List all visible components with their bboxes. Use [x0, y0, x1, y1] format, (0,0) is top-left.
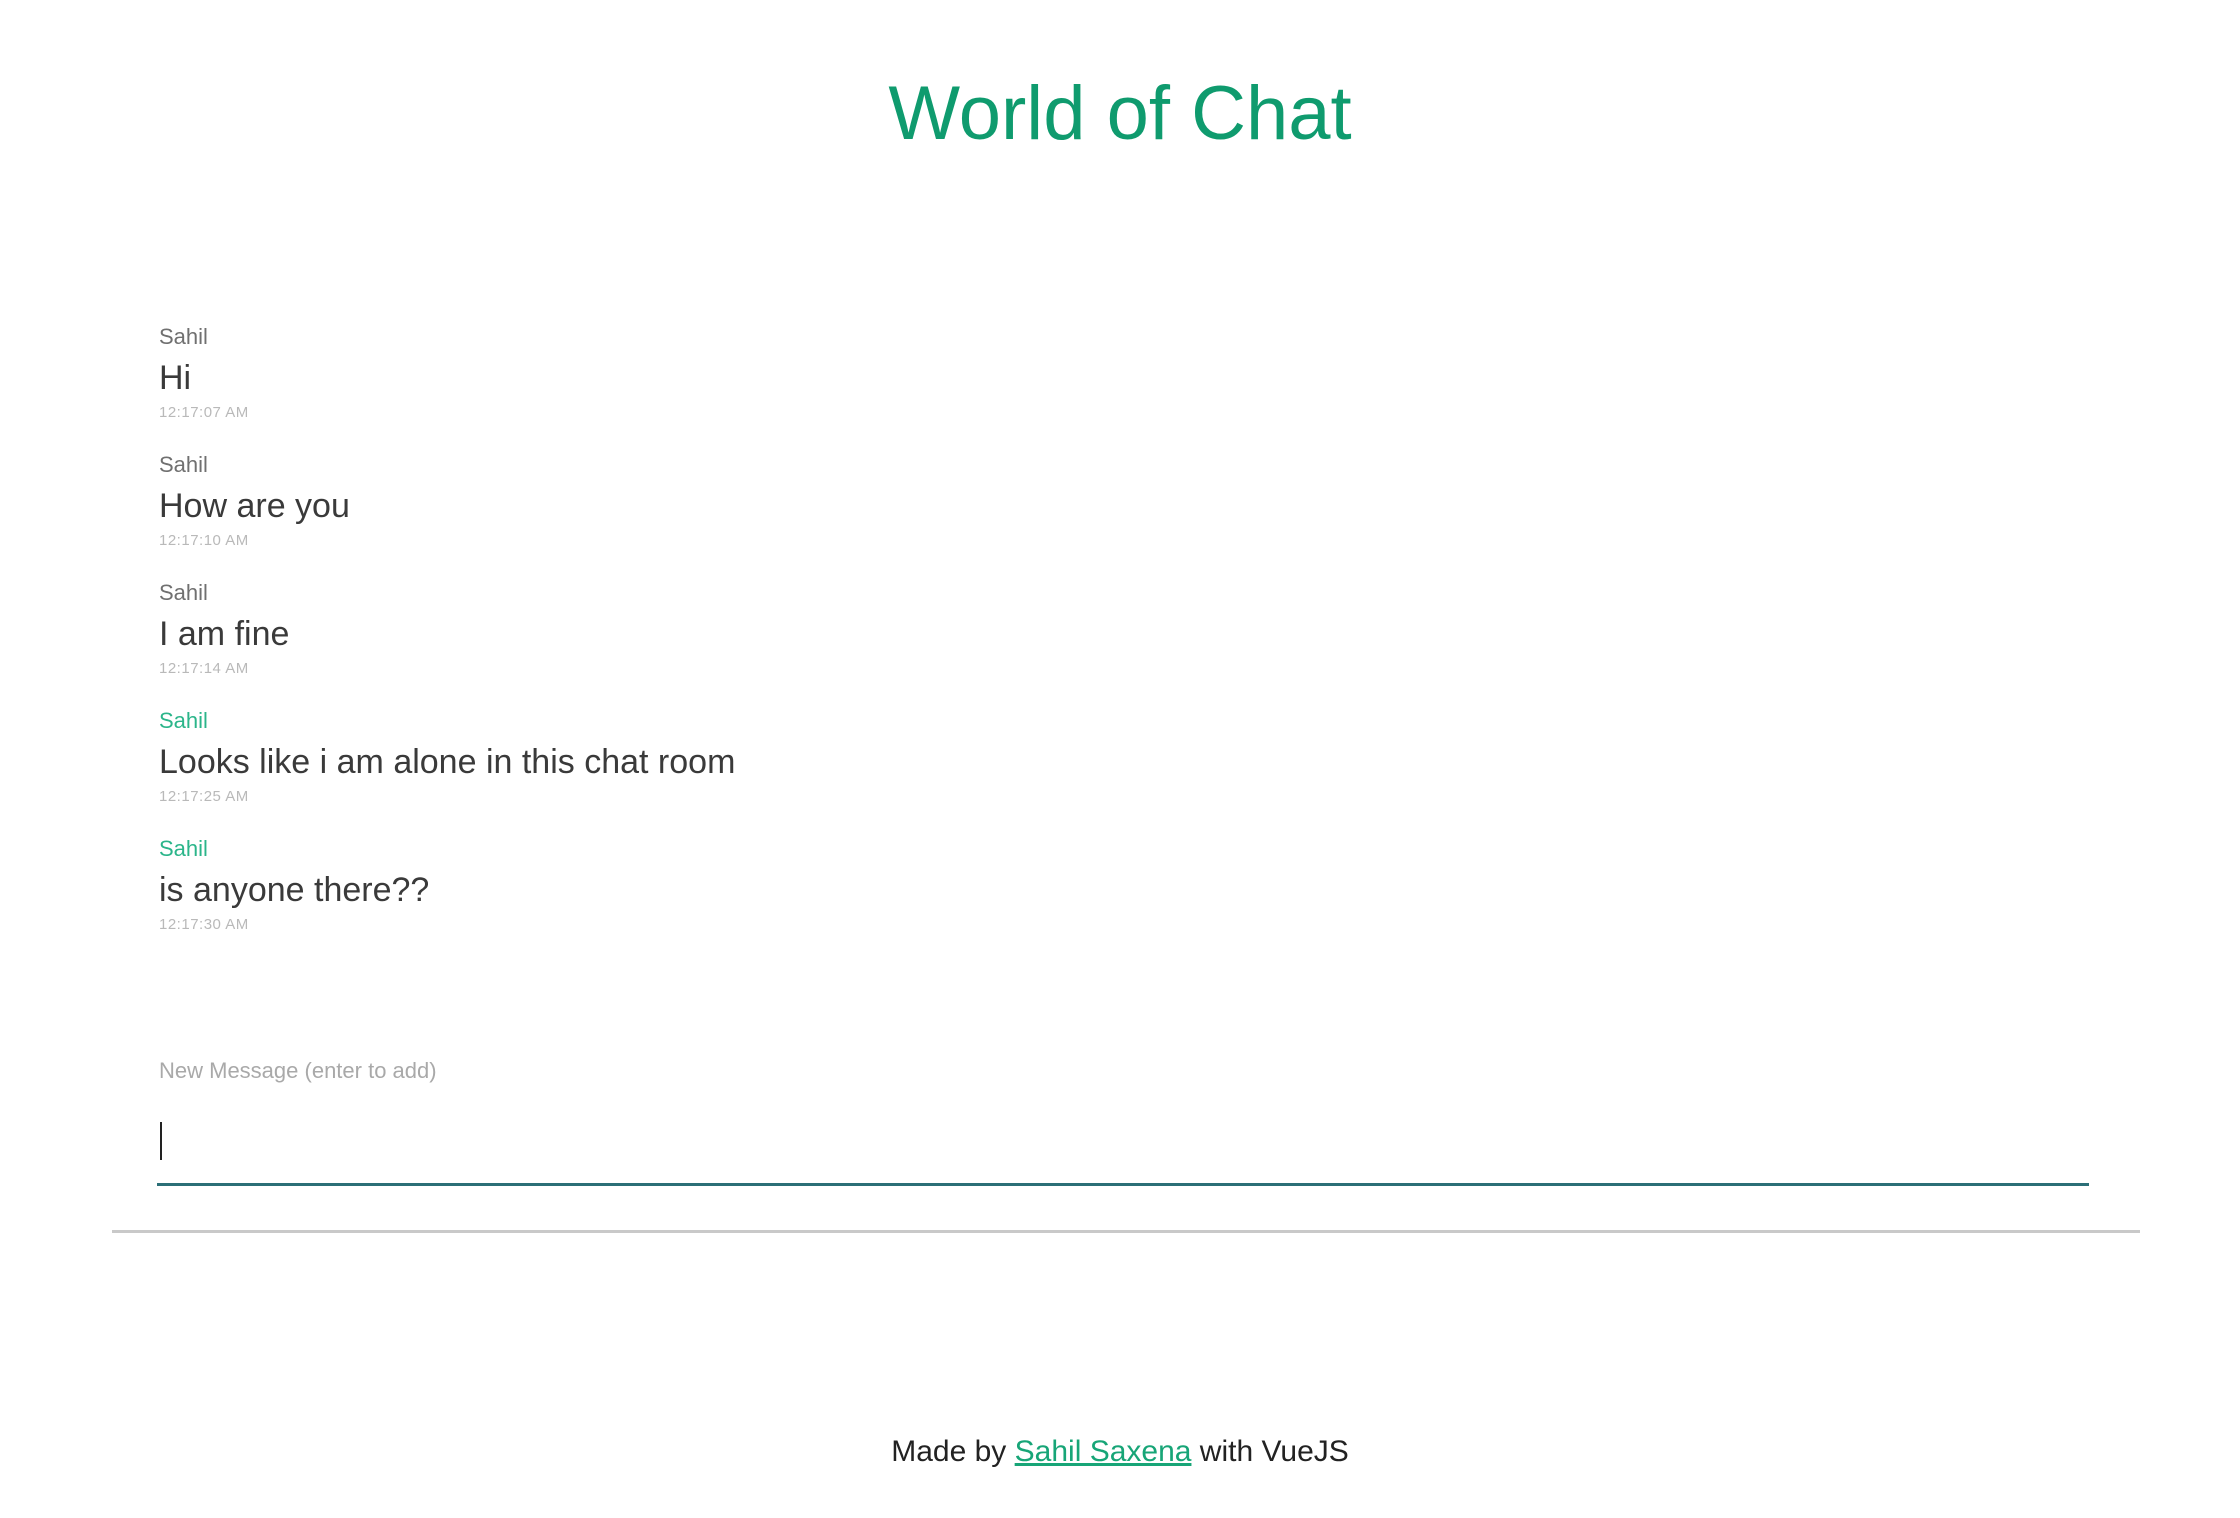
message-timestamp: 12:17:07 AM — [159, 404, 249, 421]
message-item: Sahil I am fine 12:17:14 AM — [159, 574, 2089, 702]
message-item: Sahil Hi 12:17:07 AM — [159, 318, 2089, 446]
message-timestamp: 12:17:10 AM — [159, 532, 249, 549]
message-item: Sahil Looks like i am alone in this chat… — [159, 702, 2089, 830]
message-author: Sahil — [159, 836, 208, 861]
message-text: is anyone there?? — [159, 871, 430, 909]
author-link[interactable]: Sahil Saxena — [1015, 1435, 1192, 1468]
message-composer: New Message (enter to add) — [157, 1058, 2089, 1190]
message-timestamp: 12:17:30 AM — [159, 916, 249, 933]
message-author: Sahil — [159, 452, 208, 477]
divider — [112, 1230, 2140, 1233]
page-title: World of Chat — [888, 71, 1352, 156]
message-author: Sahil — [159, 324, 208, 349]
message-author: Sahil — [159, 708, 208, 733]
message-text: How are you — [159, 487, 350, 525]
message-text: Looks like i am alone in this chat room — [159, 743, 736, 781]
message-author: Sahil — [159, 580, 208, 605]
footer-prefix: Made by — [891, 1435, 1007, 1468]
message-timestamp: 12:17:25 AM — [159, 788, 249, 805]
new-message-input[interactable] — [157, 1106, 2089, 1186]
message-timestamp: 12:17:14 AM — [159, 660, 249, 677]
footer: Made by Sahil Saxena with VueJS — [0, 1434, 2240, 1470]
new-message-label: New Message (enter to add) — [159, 1058, 437, 1083]
message-text: Hi — [159, 359, 192, 397]
chat-page: World of Chat Sahil Hi 12:17:07 AM Sahil… — [0, 0, 2240, 1518]
text-caret — [160, 1122, 162, 1160]
message-text: I am fine — [159, 615, 290, 653]
message-list: Sahil Hi 12:17:07 AM Sahil How are you 1… — [159, 318, 2089, 958]
footer-suffix: with VueJS — [1199, 1435, 1349, 1468]
message-item: Sahil How are you 12:17:10 AM — [159, 446, 2089, 574]
message-item: Sahil is anyone there?? 12:17:30 AM — [159, 830, 2089, 958]
